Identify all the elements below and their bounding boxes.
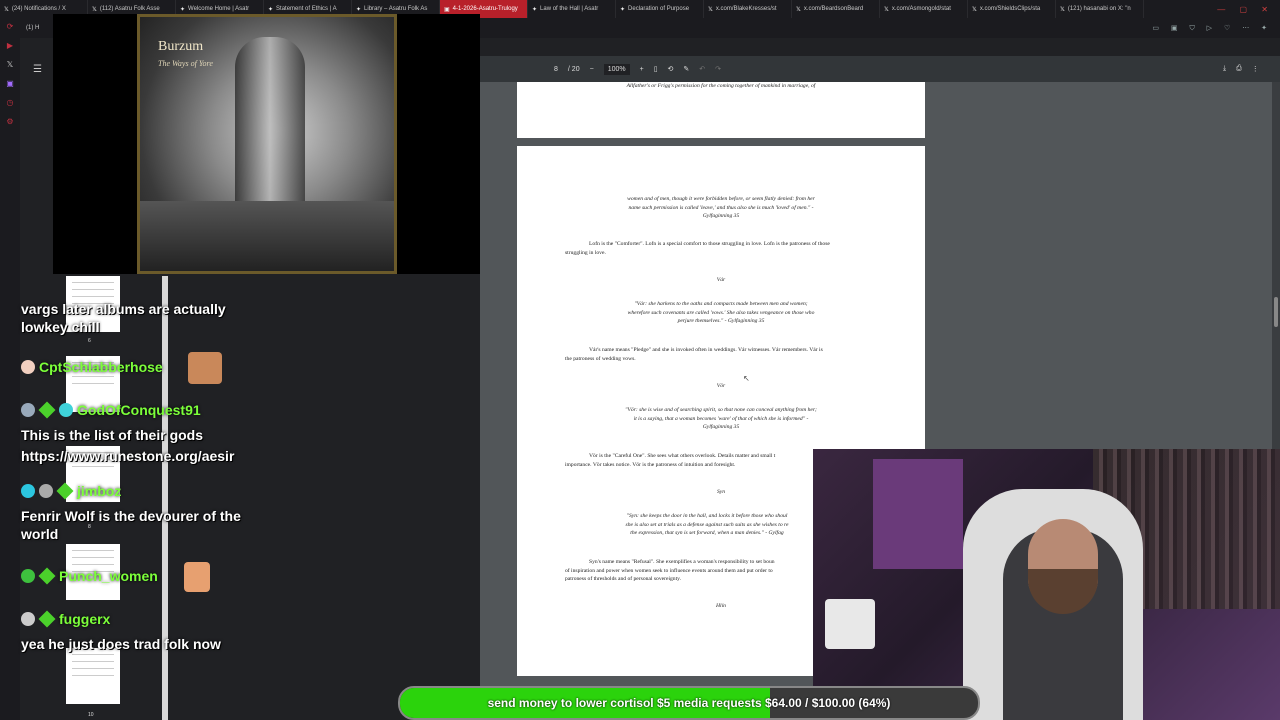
- chat-user: Punch_women: [21, 567, 158, 585]
- chat-user: jimboz: [21, 482, 121, 500]
- browser-tab[interactable]: 𝕏x.com/ShieldsClips/sta: [968, 0, 1056, 18]
- x-icon: 𝕏: [796, 6, 801, 13]
- chat-message: yea he just does trad folk now: [21, 636, 221, 652]
- avatar: [21, 360, 35, 374]
- pdf-quote: "Vör: she is wise and of searching spiri…: [625, 407, 817, 430]
- browser-tab[interactable]: ✦ Law of the Hall | Asatr: [528, 0, 616, 18]
- pdf-paragraph: Lofn is the "Comforter". Lofn is a speci…: [565, 241, 830, 256]
- avatar: [21, 612, 35, 626]
- emote-image: [184, 562, 210, 592]
- album-artist: Burzum: [158, 39, 204, 54]
- browser-tab[interactable]: 𝕏x.com/BeardsonBeard: [792, 0, 880, 18]
- chat-message-link[interactable]: https://www.runestone.org/aesir: [21, 447, 261, 465]
- asatru-icon: ✦: [180, 6, 186, 13]
- pdf-scrollbar[interactable]: [1272, 82, 1280, 452]
- donation-goal-bar: send money to lower cortisol $5 media re…: [398, 686, 980, 720]
- pdf-quote: women and of men, though it were forbidd…: [627, 196, 815, 219]
- asatru-icon: ✦: [532, 6, 538, 13]
- fit-page-icon[interactable]: ▯: [654, 65, 658, 73]
- draw-icon[interactable]: ✎: [683, 65, 689, 73]
- album-cover: Burzum The Ways of Yore: [137, 14, 397, 274]
- page-total: / 20: [567, 65, 580, 73]
- x-icon: 𝕏: [972, 6, 977, 13]
- thumbnail-page-number: 10: [88, 712, 94, 718]
- thumbnail-scrollbar[interactable]: [162, 276, 168, 720]
- browser-tab[interactable]: ✦ Declaration of Purpose: [616, 0, 704, 18]
- extension-icons[interactable]: ▭ ▣ ⛉ ▷ ♡ ⋯ ✦: [1152, 24, 1280, 33]
- pdf-heading: Vör: [716, 383, 726, 389]
- rotate-icon[interactable]: ⟲: [668, 65, 674, 73]
- pdf-text: Allfather's or Frigg's permission for th…: [626, 83, 816, 89]
- goal-text: send money to lower cortisol $5 media re…: [487, 696, 891, 710]
- x-icon: 𝕏: [92, 6, 97, 13]
- zoom-out-icon[interactable]: −: [590, 66, 594, 73]
- mug: [825, 599, 875, 649]
- page-number-input[interactable]: 8: [554, 66, 558, 73]
- window-controls[interactable]: — ▢ ✕: [1217, 5, 1280, 14]
- badge-icon: [59, 403, 73, 417]
- zoom-level[interactable]: 100%: [603, 63, 630, 75]
- side-tab-label[interactable]: (1) H: [26, 25, 39, 31]
- chat-username[interactable]: fuggerx: [59, 611, 110, 627]
- pdf-page: Allfather's or Frigg's permission for th…: [517, 82, 925, 138]
- album-title: The Ways of Yore: [158, 59, 213, 68]
- sub-badge-icon: [56, 482, 74, 500]
- zoom-in-icon[interactable]: +: [640, 66, 644, 73]
- video-player[interactable]: Burzum The Ways of Yore: [53, 14, 480, 274]
- webcam-overlay: [813, 449, 1280, 720]
- sub-badge-icon: [38, 401, 56, 419]
- chat-user: GodOfConquest91: [21, 401, 201, 419]
- mouse-cursor: ↖: [743, 374, 750, 383]
- chat-user: fuggerx: [21, 610, 110, 628]
- x-icon[interactable]: 𝕏: [7, 60, 13, 69]
- x-icon: 𝕏: [4, 6, 9, 13]
- print-icon[interactable]: ⎙: [1236, 65, 1242, 73]
- pdf-icon: ▣: [444, 6, 450, 13]
- reload-icon[interactable]: ⟳: [7, 22, 14, 31]
- emote-image: [188, 352, 222, 384]
- browser-tab[interactable]: 𝕏x.com/Asmongold/stat: [880, 0, 968, 18]
- pdf-quote: "Vár: she harkens to the oaths and compa…: [627, 301, 815, 324]
- chat-message: vargs later albums are actually lowkey c…: [21, 301, 226, 335]
- twitch-icon[interactable]: ▣: [6, 79, 14, 88]
- badge-icon: [21, 569, 35, 583]
- asatru-icon: ✦: [620, 6, 626, 13]
- chat-username[interactable]: Punch_women: [59, 568, 158, 584]
- chat-username[interactable]: GodOfConquest91: [77, 402, 201, 418]
- download-icon[interactable]: ⤓: [1223, 65, 1226, 73]
- menu-icon[interactable]: ☰: [33, 64, 42, 75]
- x-icon: 𝕏: [708, 6, 713, 13]
- chat-username[interactable]: jimboz: [77, 483, 121, 499]
- settings-icon[interactable]: ⚙: [6, 117, 13, 126]
- history-icon[interactable]: ◷: [7, 98, 14, 107]
- browser-tab[interactable]: 𝕏 (121) hasanabi on X: "n: [1056, 0, 1144, 18]
- browser-left-rail: ⟳ ▶ 𝕏 ▣ ◷ ⚙: [0, 18, 20, 720]
- browser-tab[interactable]: 𝕏x.com/BlakeKresses/st: [704, 0, 792, 18]
- redo-icon[interactable]: ↷: [715, 65, 721, 73]
- sub-badge-icon: [38, 567, 56, 585]
- asatru-icon: ✦: [268, 6, 274, 13]
- pdf-paragraph: Vár's name means "Pledge" and she is inv…: [565, 347, 823, 362]
- asatru-icon: ✦: [356, 6, 362, 13]
- chat-user: CptSchlabberhose: [21, 359, 163, 375]
- undo-icon[interactable]: ↶: [699, 65, 705, 73]
- sub-badge-icon: [38, 610, 56, 628]
- pdf-paragraph: Syn's name means "Refusal". She exemplif…: [565, 559, 775, 582]
- badge-icon: [21, 484, 35, 498]
- chat-message: Fenrir Wolf is the devourer of the world: [21, 508, 241, 542]
- chat-message: This is the list of their gods: [21, 427, 204, 443]
- avatar: [39, 484, 53, 498]
- x-icon: 𝕏: [884, 6, 889, 13]
- chat-username[interactable]: CptSchlabberhose: [39, 359, 163, 375]
- pdf-heading: Vár: [716, 277, 726, 283]
- thumbnail-page-number: 6: [88, 338, 91, 344]
- youtube-icon[interactable]: ▶: [7, 41, 13, 50]
- pdf-toolbar: 8 / 20 − 100% + ▯ ⟲ ✎ ↶ ↷ ⤓ ⎙ ⋮: [480, 56, 1280, 82]
- x-icon: 𝕏: [1060, 6, 1065, 13]
- pdf-thumbnail[interactable]: [66, 648, 120, 704]
- more-options-icon[interactable]: ⋮: [1252, 65, 1259, 73]
- avatar: [21, 403, 35, 417]
- pdf-quote: "Syn: she keeps the door in the hall, an…: [625, 513, 789, 536]
